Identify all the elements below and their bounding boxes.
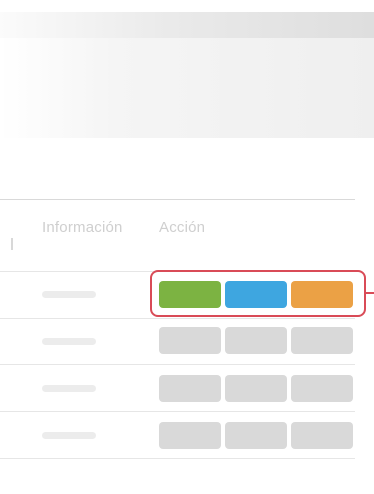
- row-divider: [0, 458, 355, 459]
- row-marker: [11, 238, 13, 250]
- column-header-action: Acción: [159, 219, 206, 236]
- action-button-3[interactable]: [291, 375, 353, 402]
- row-divider: [0, 364, 355, 365]
- action-button-2[interactable]: [225, 375, 287, 402]
- row-divider: [0, 318, 355, 319]
- info-placeholder: [42, 338, 96, 345]
- action-button-1[interactable]: [159, 327, 221, 354]
- info-placeholder: [42, 291, 96, 298]
- highlight-pointer: [366, 292, 374, 294]
- action-button-3[interactable]: [291, 422, 353, 449]
- row-divider: [0, 411, 355, 412]
- column-header-info: Información: [42, 219, 123, 236]
- info-placeholder: [42, 432, 96, 439]
- action-button-1[interactable]: [159, 375, 221, 402]
- table-top-divider: [0, 199, 355, 200]
- action-button-1[interactable]: [159, 422, 221, 449]
- action-button-2[interactable]: [225, 327, 287, 354]
- action-button-3[interactable]: [291, 327, 353, 354]
- action-button-2[interactable]: [225, 422, 287, 449]
- top-toolbar: [0, 12, 374, 38]
- info-placeholder: [42, 385, 96, 392]
- header-panel: [0, 38, 374, 138]
- highlight-box: [150, 270, 366, 317]
